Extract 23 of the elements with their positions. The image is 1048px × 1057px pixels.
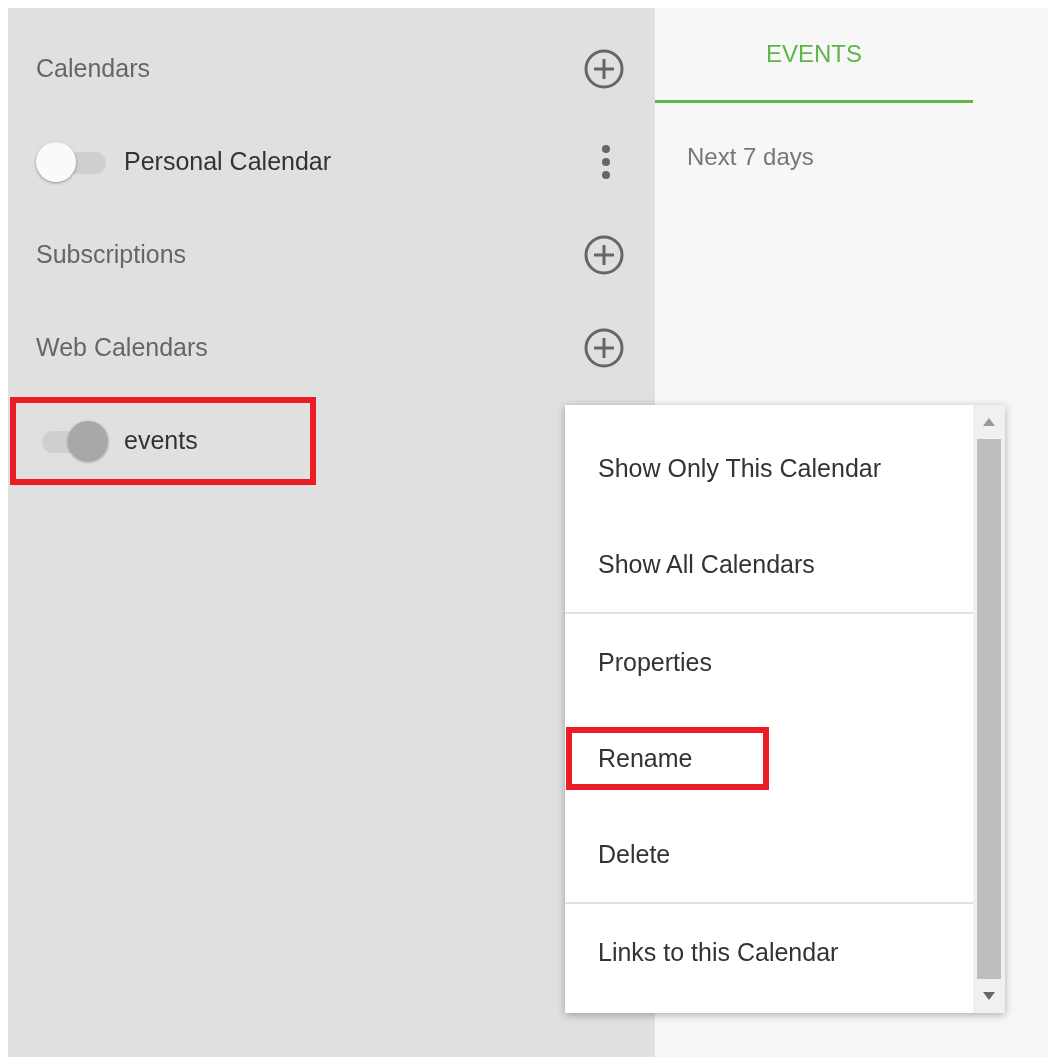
section-title: Calendars <box>36 54 151 83</box>
calendar-name[interactable]: events <box>124 426 198 455</box>
up-arrow-icon[interactable] <box>982 417 996 427</box>
date-range-label: Next 7 days <box>687 143 815 171</box>
toggle-switch[interactable] <box>36 141 106 182</box>
more-icon[interactable] <box>601 143 611 180</box>
menu-item[interactable]: Delete <box>566 822 747 886</box>
calendar-name[interactable]: Personal Calendar <box>124 147 332 176</box>
calendar-entry[interactable]: Personal Calendar <box>10 117 601 206</box>
calendar-entry[interactable]: events <box>10 396 316 485</box>
add-icon[interactable] <box>583 326 625 369</box>
menu-item[interactable]: Show Only This Calendar <box>566 436 957 500</box>
scrollbar[interactable] <box>973 405 1005 1013</box>
down-arrow-icon[interactable] <box>982 991 996 1001</box>
section-title: Web Calendars <box>36 333 209 362</box>
menu-item[interactable]: Rename <box>566 726 769 790</box>
add-icon[interactable] <box>583 47 625 90</box>
menu-item[interactable]: Properties <box>566 630 788 694</box>
menu-item[interactable]: Show All Calendars <box>566 532 891 596</box>
scrollbar-thumb[interactable] <box>977 439 1001 979</box>
add-icon[interactable] <box>583 233 625 276</box>
section-title: Subscriptions <box>36 240 188 269</box>
menu-item[interactable]: Links to this Calendar <box>566 920 915 984</box>
